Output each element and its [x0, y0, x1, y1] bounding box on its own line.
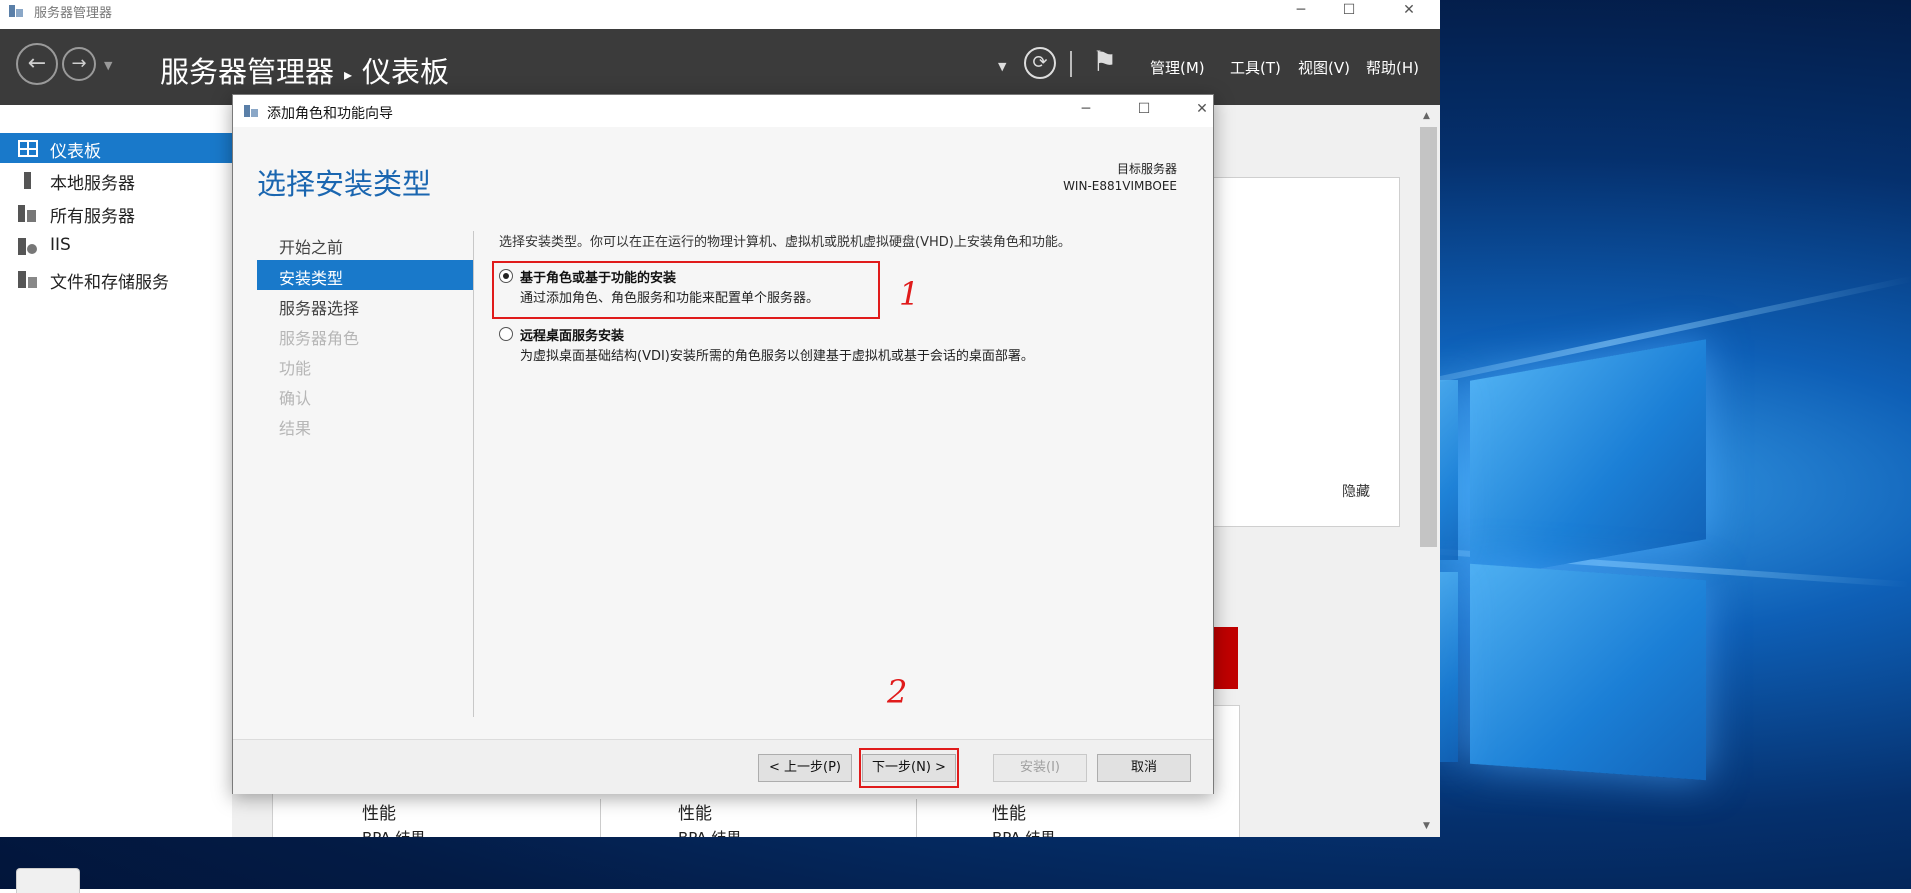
cancel-button[interactable]: 取消	[1097, 754, 1191, 782]
tile-performance-3[interactable]: 性能	[992, 799, 1026, 824]
wizard-app-icon	[244, 105, 258, 117]
sidebar-item-label: 本地服务器	[50, 174, 135, 194]
sidebar-item-file-storage[interactable]: 文件和存储服务	[0, 264, 232, 294]
dialog-body: 选择安装类型 目标服务器 WIN-E881VIMBOEE 开始之前 安装类型 服…	[233, 127, 1213, 739]
windows-logo-pane-bottom	[1470, 563, 1706, 781]
iis-icon	[18, 238, 37, 255]
window-title: 服务器管理器	[34, 6, 113, 21]
menu-help[interactable]: 帮助(H)	[1366, 57, 1419, 78]
dropdown-arrow-icon[interactable]: ▼	[998, 60, 1006, 73]
breadcrumb-separator-icon: ▸	[344, 64, 353, 84]
menu-manage[interactable]: 管理(M)	[1150, 57, 1205, 78]
back-button[interactable]: ←	[16, 43, 58, 85]
maximize-button[interactable]: ☐	[1326, 0, 1372, 22]
step-label: 开始之前	[279, 238, 344, 257]
server-manager-app-icon	[9, 5, 23, 17]
welcome-panel	[1202, 177, 1400, 527]
menu-view[interactable]: 视图(V)	[1298, 57, 1350, 78]
annotation-number-2: 2	[887, 673, 908, 711]
hide-link[interactable]: 隐藏	[1342, 481, 1370, 501]
prev-button[interactable]: < 上一步(P)	[758, 754, 852, 782]
tile-bpa-1[interactable]: BPA 结果	[362, 827, 425, 837]
dialog-titlebar: 添加角色和功能向导 ─ ☐ ✕	[233, 95, 1213, 127]
menu-tools[interactable]: 工具(T)	[1230, 57, 1281, 78]
notifications-flag-icon[interactable]: ⚑	[1092, 45, 1117, 78]
step-before-you-begin[interactable]: 开始之前	[257, 229, 473, 259]
step-label: 安装类型	[279, 269, 344, 288]
tile-bpa-2[interactable]: BPA 结果	[678, 827, 741, 837]
breadcrumb-page: 仪表板	[362, 55, 450, 89]
close-button[interactable]: ✕	[1386, 0, 1432, 22]
breadcrumb: 服务器管理器 ▸ 仪表板	[160, 49, 449, 91]
annotation-number-1: 1	[899, 275, 920, 313]
scrollbar-thumb[interactable]	[1420, 127, 1437, 547]
tile-divider	[600, 799, 601, 837]
sidebar: 仪表板 本地服务器 所有服务器 IIS 文件和存储服务	[0, 105, 232, 837]
servers-icon	[18, 205, 36, 222]
forward-button[interactable]: →	[62, 47, 96, 81]
refresh-icon[interactable]: ⟳	[1024, 47, 1056, 79]
storage-icon	[18, 271, 37, 288]
step-label: 服务器选择	[279, 299, 360, 318]
sidebar-item-local-server[interactable]: 本地服务器	[0, 165, 232, 195]
tile-bpa-3[interactable]: BPA 结果	[992, 827, 1055, 837]
server-manager-titlebar: 服务器管理器 ─ ☐ ✕	[0, 0, 1440, 29]
step-server-roles: 服务器角色	[257, 320, 473, 350]
install-button: 安装(I)	[993, 754, 1087, 782]
step-confirmation: 确认	[257, 380, 473, 410]
step-label: 确认	[279, 389, 312, 408]
dashboard-icon	[18, 140, 38, 157]
annotation-box-1	[492, 261, 880, 319]
dialog-minimize-button[interactable]: ─	[1063, 99, 1109, 121]
page-title: 选择安装类型	[257, 167, 432, 201]
annotation-box-2	[859, 748, 959, 788]
dialog-footer: < 上一步(P) 下一步(N) > 安装(I) 取消	[233, 739, 1213, 794]
dialog-close-button[interactable]: ✕	[1179, 99, 1225, 121]
tile-performance-2[interactable]: 性能	[678, 799, 712, 824]
radio-remote-desktop[interactable]	[499, 327, 513, 341]
breadcrumb-app: 服务器管理器	[160, 55, 335, 89]
divider	[1070, 51, 1072, 77]
sidebar-item-iis[interactable]: IIS	[0, 231, 232, 261]
sidebar-item-dashboard[interactable]: 仪表板	[0, 133, 232, 163]
page-description: 选择安装类型。你可以在正在运行的物理计算机、虚拟机或脱机虚拟硬盘(VHD)上安装…	[499, 235, 1071, 250]
sidebar-item-all-servers[interactable]: 所有服务器	[0, 198, 232, 228]
dialog-maximize-button[interactable]: ☐	[1121, 99, 1167, 121]
tile-divider	[916, 799, 917, 837]
step-label: 服务器角色	[279, 329, 360, 348]
scroll-down-icon[interactable]: ▼	[1423, 821, 1430, 831]
sidebar-item-label: 仪表板	[50, 142, 101, 162]
scroll-up-icon[interactable]: ▲	[1423, 111, 1430, 121]
status-red-bar	[1214, 627, 1238, 689]
step-results: 结果	[257, 410, 473, 440]
vertical-scrollbar[interactable]: ▲ ▼	[1417, 105, 1440, 837]
target-server-label: 目标服务器	[1116, 162, 1177, 176]
taskbar-app-icon[interactable]	[16, 868, 80, 893]
step-server-selection[interactable]: 服务器选择	[257, 290, 473, 320]
windows-logo-pane-top	[1470, 339, 1706, 581]
target-server-name: WIN-E881VIMBOEE	[1063, 179, 1177, 193]
dialog-title: 添加角色和功能向导	[267, 106, 393, 122]
step-installation-type[interactable]: 安装类型	[257, 260, 473, 290]
sidebar-item-label: IIS	[50, 235, 71, 255]
step-label: 结果	[279, 419, 312, 438]
step-features: 功能	[257, 350, 473, 380]
server-icon	[24, 172, 31, 189]
steps-divider	[473, 231, 474, 717]
nav-history-dropdown-icon[interactable]: ▼	[104, 59, 112, 72]
step-label: 功能	[279, 359, 312, 378]
option-label: 远程桌面服务安装	[520, 329, 625, 344]
tile-performance-1[interactable]: 性能	[362, 799, 396, 824]
target-server-info: 目标服务器 WIN-E881VIMBOEE	[1063, 161, 1177, 195]
option-description: 为虚拟桌面基础结构(VDI)安装所需的角色服务以创建基于虚拟机或基于会话的桌面部…	[520, 349, 1034, 364]
minimize-button[interactable]: ─	[1278, 0, 1324, 22]
sidebar-item-label: 文件和存储服务	[50, 273, 169, 293]
sidebar-item-label: 所有服务器	[50, 207, 135, 227]
add-roles-wizard-dialog: 添加角色和功能向导 ─ ☐ ✕ 选择安装类型 目标服务器 WIN-E881VIM…	[232, 94, 1214, 794]
